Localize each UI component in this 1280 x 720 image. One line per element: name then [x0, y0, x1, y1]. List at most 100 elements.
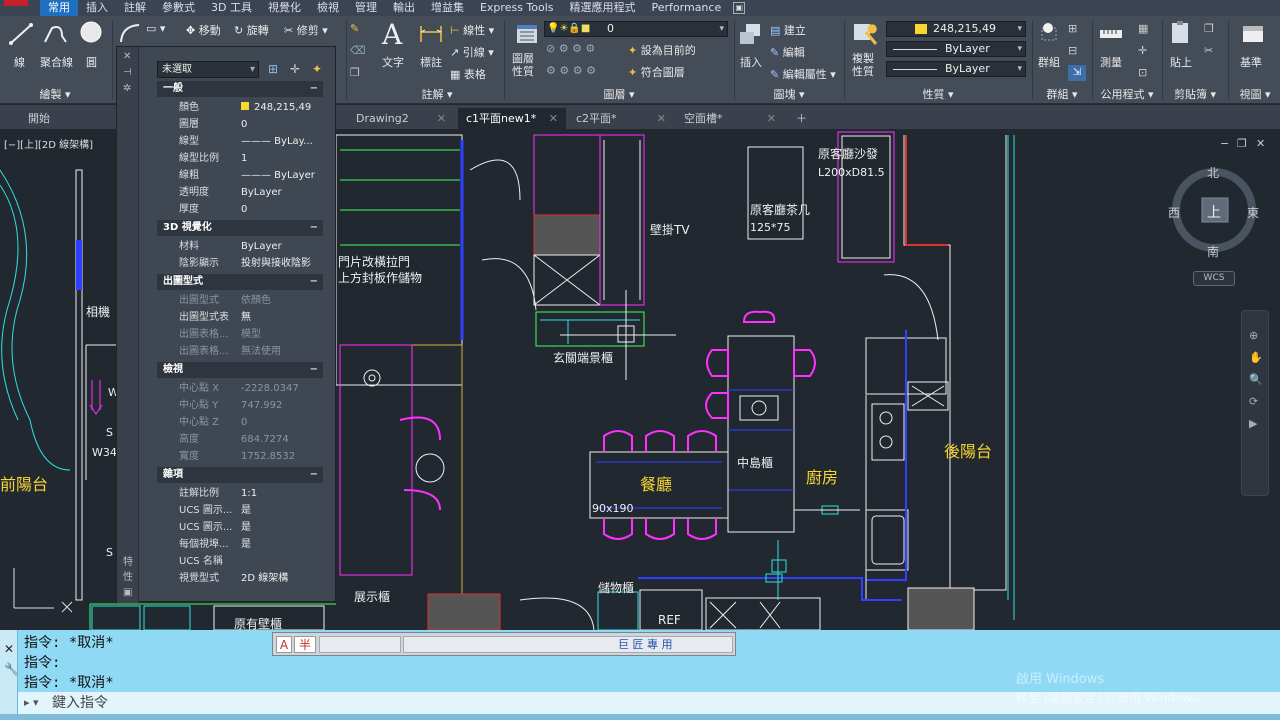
polyline-icon[interactable]: [42, 22, 68, 46]
ungroup-icon[interactable]: ⊞: [1068, 22, 1077, 35]
ribbon-tab[interactable]: 3D 工具: [203, 0, 260, 16]
property-row[interactable]: UCS 圖示... 是: [157, 502, 323, 519]
restore-viewport-icon[interactable]: ❐: [1237, 137, 1247, 150]
annotation-panel-title[interactable]: 註解: [421, 88, 443, 101]
rect-icon[interactable]: ▭ ▾: [146, 22, 165, 35]
ribbon-tab[interactable]: 常用: [40, 0, 78, 16]
measure-label[interactable]: 測量: [1100, 54, 1122, 70]
doc-tab-start[interactable]: 開始: [20, 108, 110, 129]
group-label[interactable]: 群組: [1038, 54, 1060, 70]
property-row[interactable]: 材料 ByLayer: [157, 238, 323, 255]
property-row[interactable]: 寬度 1752.8532: [157, 448, 323, 465]
properties-panel-title[interactable]: 性質: [922, 88, 944, 101]
insert-label[interactable]: 插入: [740, 54, 762, 70]
property-row[interactable]: 出圖表格... 無法使用: [157, 343, 323, 360]
wcs-dropdown[interactable]: WCS: [1193, 271, 1235, 286]
ime-candidate-box[interactable]: 巨 匠 專 用: [403, 636, 733, 653]
group-select-icon[interactable]: ⇲: [1068, 65, 1086, 81]
edit-attr-button[interactable]: ✎ 編輯屬性 ▾: [770, 66, 836, 82]
draw-panel-title[interactable]: 繪製: [39, 88, 61, 101]
make-current-button[interactable]: ✦ 設為目前的: [628, 42, 696, 58]
ribbon-tab[interactable]: 精選應用程式: [562, 0, 644, 16]
property-row[interactable]: 註解比例 1:1: [157, 485, 323, 502]
doc-tab-empty[interactable]: 空面槽* ✕: [676, 108, 784, 129]
property-row[interactable]: 顏色 248,215,49: [157, 99, 323, 116]
arc-icon[interactable]: [118, 22, 142, 44]
ribbon-tab[interactable]: 視覺化: [260, 0, 309, 16]
new-tab-button[interactable]: ＋: [790, 108, 812, 129]
ribbon-tab[interactable]: 管理: [347, 0, 385, 16]
navigation-bar[interactable]: ⊕ ✋ 🔍 ⟳ ▶: [1241, 310, 1269, 496]
nav-tools-icon[interactable]: ⊕ ✋ 🔍 ⟳ ▶: [1249, 325, 1263, 435]
palette-tab-icon[interactable]: ▣: [123, 587, 132, 598]
close-viewport-icon[interactable]: ✕: [1256, 137, 1265, 150]
layer-dropdown[interactable]: 💡☀🔒■ 0: [544, 21, 728, 37]
viewcube-north[interactable]: 北: [1207, 164, 1219, 181]
pencil-icon[interactable]: ✎: [350, 22, 359, 35]
line-icon[interactable]: [8, 22, 34, 46]
property-section-header[interactable]: 3D 視覺化: [157, 220, 323, 236]
insert-block-icon[interactable]: [738, 22, 764, 46]
match-layer-button[interactable]: ✦ 符合圖層: [628, 64, 685, 80]
toggle-pickadd-icon[interactable]: ⊞: [265, 61, 281, 77]
circle-label[interactable]: 圓: [86, 54, 97, 70]
edit-block-button[interactable]: ✎ 編輯: [770, 44, 805, 60]
color-dropdown[interactable]: ● 248,215,49: [867, 21, 1026, 37]
quick-calc-icon[interactable]: ▦: [1138, 22, 1148, 35]
property-row[interactable]: 圖層 0: [157, 116, 323, 133]
utilities-panel-title[interactable]: 公用程式: [1100, 88, 1144, 101]
property-section-header[interactable]: 一般: [157, 81, 323, 97]
ribbon-tab[interactable]: 註解: [116, 0, 154, 16]
command-prompt-icon[interactable]: ▸ ▾: [24, 692, 39, 714]
linear-button[interactable]: ⊢ 線性 ▾: [450, 22, 494, 38]
block-panel-title[interactable]: 圖塊: [773, 88, 795, 101]
measure-icon[interactable]: [1098, 22, 1124, 46]
viewcube-east[interactable]: 東: [1247, 204, 1259, 221]
select-objects-icon[interactable]: ✛: [287, 61, 303, 77]
move-button[interactable]: ✥ 移動: [186, 22, 221, 38]
text-icon[interactable]: A: [382, 18, 402, 51]
close-icon[interactable]: ✕: [549, 108, 558, 129]
text-label[interactable]: 文字: [382, 54, 404, 70]
property-row[interactable]: 線粗 ——— ByLayer: [157, 167, 323, 184]
ime-composition-box[interactable]: [319, 636, 401, 653]
property-row[interactable]: 出圖表格... 模型: [157, 326, 323, 343]
property-row[interactable]: 線型比例 1: [157, 150, 323, 167]
property-row[interactable]: 陰影顯示 投射與接收陰影: [157, 255, 323, 272]
paste-label[interactable]: 貼上: [1170, 54, 1192, 70]
viewcube-south[interactable]: 南: [1207, 243, 1219, 260]
base-label[interactable]: 基準: [1240, 54, 1262, 70]
property-row[interactable]: 中心點 X -2228.0347: [157, 380, 323, 397]
viewcube-top[interactable]: 上: [1207, 202, 1221, 222]
close-icon[interactable]: ✕: [657, 108, 666, 129]
close-icon[interactable]: ✕: [767, 108, 776, 129]
polyline-label[interactable]: 聚合線: [40, 54, 73, 70]
create-block-button[interactable]: ▤ 建立: [770, 22, 806, 38]
ribbon-tab[interactable]: 檢視: [309, 0, 347, 16]
property-row[interactable]: 線型 ——— ByLay...: [157, 133, 323, 150]
select-all-icon[interactable]: ⊡: [1138, 66, 1147, 79]
command-close-icon[interactable]: ✕: [4, 642, 14, 656]
palette-settings-icon[interactable]: ✲: [123, 83, 131, 94]
ime-mode-button[interactable]: A: [276, 636, 292, 653]
layer-properties-label[interactable]: 圖層 性質: [512, 52, 534, 78]
property-section-header[interactable]: 檢視: [157, 362, 323, 378]
clipboard-panel-title[interactable]: 剪貼簿: [1174, 88, 1207, 101]
property-row[interactable]: 高度 684.7274: [157, 431, 323, 448]
paste-icon[interactable]: [1168, 20, 1194, 44]
ribbon-tab[interactable]: 增益集: [423, 0, 472, 16]
close-icon[interactable]: ✕: [437, 108, 446, 129]
minimize-viewport-icon[interactable]: −: [1220, 137, 1229, 150]
property-row[interactable]: 中心點 Z 0: [157, 414, 323, 431]
ribbon-tab[interactable]: Performance: [644, 0, 730, 16]
property-row[interactable]: 每個視埠... 是: [157, 536, 323, 553]
trim-button[interactable]: ✂ 修剪 ▾: [284, 22, 328, 38]
groups-panel-title[interactable]: 群組: [1046, 88, 1068, 101]
property-section-header[interactable]: 雜項: [157, 467, 323, 483]
copy-clip-icon[interactable]: ❐: [1204, 22, 1214, 35]
palette-pin-icon[interactable]: ⊣: [123, 67, 132, 78]
quick-select-icon[interactable]: ✦: [309, 61, 325, 77]
doc-tab-c1[interactable]: c1平面new1* ✕: [458, 108, 566, 129]
table-button[interactable]: ▦ 表格: [450, 66, 486, 82]
lineweight-dropdown[interactable]: ByLayer: [886, 61, 1026, 77]
